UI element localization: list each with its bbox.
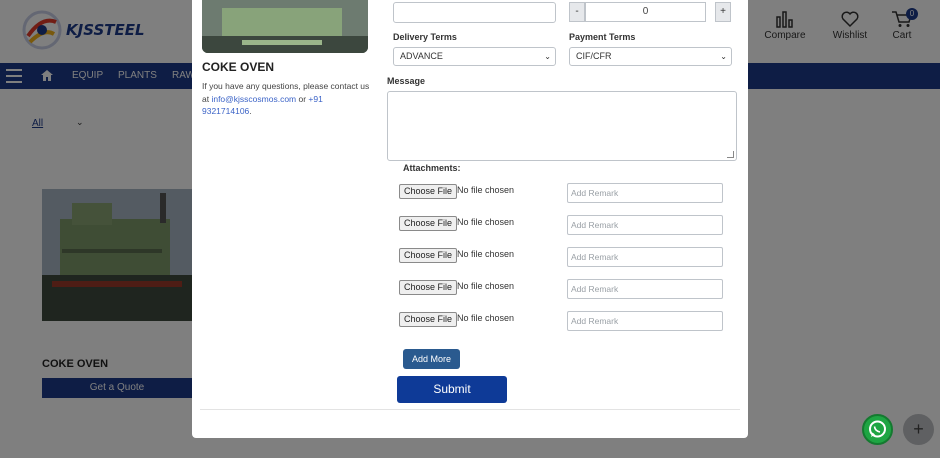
remark-input[interactable]: Add Remark [567, 247, 723, 267]
resize-grip-icon[interactable] [727, 151, 734, 158]
attachment-row: Choose File No file chosen Add Remark [399, 311, 729, 331]
quantity-minus-button[interactable]: - [569, 2, 585, 22]
choose-file-button[interactable]: Choose File [399, 280, 458, 295]
coke-oven-thumbnail [202, 0, 368, 53]
modal-product-title: COKE OVEN [202, 60, 275, 74]
chevron-down-icon: ⌄ [720, 52, 727, 61]
top-text-input[interactable] [393, 2, 556, 23]
attachment-row: Choose File No file chosen Add Remark [399, 247, 729, 267]
delivery-terms-select[interactable]: ADVANCE ⌄ [393, 47, 556, 66]
quantity-plus-button[interactable]: + [715, 2, 731, 22]
remark-input[interactable]: Add Remark [567, 311, 723, 331]
attachment-row: Choose File No file chosen Add Remark [399, 215, 729, 235]
choose-file-button[interactable]: Choose File [399, 312, 458, 327]
modal-product-image [202, 0, 368, 53]
message-label: Message [387, 76, 426, 86]
remark-input[interactable]: Add Remark [567, 183, 723, 203]
quantity-value[interactable]: 0 [585, 2, 706, 22]
contact-text-or: or [296, 93, 309, 104]
add-more-button[interactable]: Add More [403, 349, 460, 369]
no-file-text: No file chosen [457, 185, 515, 195]
payment-terms-select[interactable]: CIF/CFR ⌄ [569, 47, 732, 66]
no-file-text: No file chosen [457, 281, 515, 291]
no-file-text: No file chosen [457, 313, 515, 323]
no-file-text: No file chosen [457, 217, 515, 227]
choose-file-button[interactable]: Choose File [399, 248, 458, 263]
choose-file-button[interactable]: Choose File [399, 184, 458, 199]
payment-terms-label: Payment Terms [569, 32, 636, 42]
plus-icon: + [913, 419, 924, 439]
whatsapp-icon [869, 420, 886, 438]
attachment-row: Choose File No file chosen Add Remark [399, 279, 729, 299]
choose-file-button[interactable]: Choose File [399, 216, 458, 231]
remark-input[interactable]: Add Remark [567, 215, 723, 235]
remark-input[interactable]: Add Remark [567, 279, 723, 299]
submit-button[interactable]: Submit [397, 376, 507, 403]
plus-button[interactable]: + [903, 414, 934, 445]
whatsapp-button[interactable] [862, 414, 893, 445]
delivery-terms-value: ADVANCE [400, 51, 443, 61]
message-textarea[interactable] [387, 91, 737, 161]
contact-text-end: . [249, 106, 252, 116]
payment-terms-value: CIF/CFR [576, 51, 612, 61]
delivery-terms-label: Delivery Terms [393, 32, 457, 42]
modal-divider [200, 409, 740, 410]
contact-info: If you have any questions, please contac… [202, 80, 372, 118]
attachments-label: Attachments: [403, 163, 461, 173]
no-file-text: No file chosen [457, 249, 515, 259]
quote-modal: COKE OVEN If you have any questions, ple… [192, 0, 748, 438]
contact-email-link[interactable]: info@kjsscosmos.com [211, 94, 296, 104]
chevron-down-icon: ⌄ [544, 52, 551, 61]
attachment-row: Choose File No file chosen Add Remark [399, 183, 729, 203]
